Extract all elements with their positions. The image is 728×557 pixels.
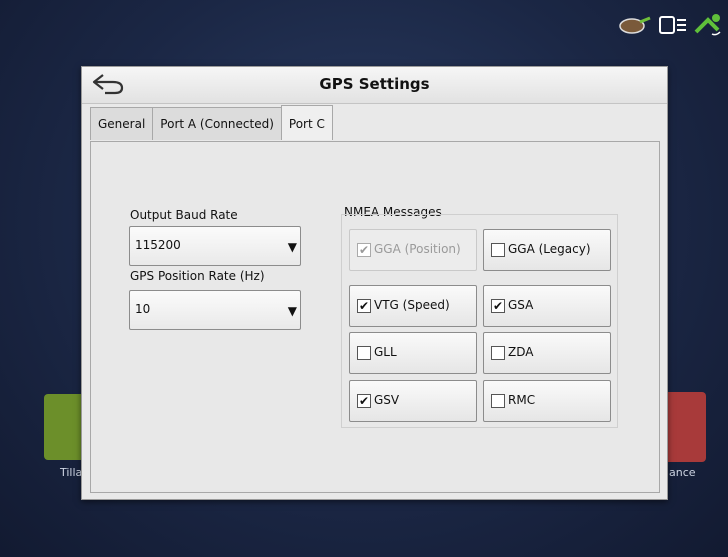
checkbox-label: GGA (Legacy) [508, 242, 591, 256]
checkbox-icon: ✔ [357, 299, 371, 313]
dropdown-arrow-icon: ▼ [287, 240, 297, 254]
checkbox-icon: ✔ [357, 243, 371, 257]
checkbox-label: ZDA [508, 345, 534, 359]
tab-port-a[interactable]: Port A (Connected) [152, 107, 282, 140]
gps-settings-dialog: GPS Settings General Port A (Connected) … [81, 66, 668, 500]
nmea-checkbox-gll[interactable]: GLL [349, 332, 477, 374]
dropdown-arrow-icon: ▼ [287, 304, 297, 318]
checkbox-label: RMC [508, 393, 536, 407]
nmea-checkbox-gsa[interactable]: ✔ GSA [483, 285, 611, 327]
tab-general[interactable]: General [90, 107, 154, 140]
checkbox-icon: ✔ [491, 299, 505, 313]
dialog-header: GPS Settings [82, 67, 667, 104]
gps-satellite-icon[interactable] [694, 12, 724, 38]
nmea-checkbox-rmc[interactable]: RMC [483, 380, 611, 422]
tillage-app-label: Tilla [60, 466, 83, 479]
checkbox-icon [491, 243, 505, 257]
gps-position-rate-dropdown[interactable]: 10 ▼ [129, 290, 301, 330]
display-link-icon[interactable] [658, 14, 688, 36]
nmea-messages-group: ✔ GGA (Position) GGA (Legacy) ✔ VTG (Spe… [341, 214, 618, 428]
checkbox-label: GLL [374, 345, 397, 359]
tractor-gauge-icon[interactable] [618, 14, 652, 36]
tab-bar: General Port A (Connected) Port C [90, 105, 333, 140]
checkbox-label: GSV [374, 393, 400, 407]
checkbox-label: VTG (Speed) [374, 298, 450, 312]
nmea-checkbox-vtg-speed[interactable]: ✔ VTG (Speed) [349, 285, 477, 327]
checkbox-icon [491, 346, 505, 360]
nmea-checkbox-zda[interactable]: ZDA [483, 332, 611, 374]
checkbox-icon [357, 346, 371, 360]
checkbox-label: GGA (Position) [374, 242, 461, 256]
dialog-title: GPS Settings [319, 75, 430, 93]
checkbox-label: GSA [508, 298, 534, 312]
checkbox-icon [491, 394, 505, 408]
gps-position-rate-label: GPS Position Rate (Hz) [130, 269, 265, 283]
nmea-checkbox-gga-position: ✔ GGA (Position) [349, 229, 477, 271]
nmea-checkbox-gga-legacy[interactable]: GGA (Legacy) [483, 229, 611, 271]
status-bar [618, 12, 724, 38]
checkbox-icon: ✔ [357, 394, 371, 408]
port-c-panel: Output Baud Rate 115200 ▼ GPS Position R… [90, 141, 660, 493]
output-baud-rate-value: 115200 [135, 238, 181, 252]
tab-port-c[interactable]: Port C [280, 105, 333, 140]
output-baud-rate-label: Output Baud Rate [130, 208, 238, 222]
nmea-checkbox-gsv[interactable]: ✔ GSV [349, 380, 477, 422]
output-baud-rate-dropdown[interactable]: 115200 ▼ [129, 226, 301, 266]
gps-position-rate-value: 10 [135, 302, 151, 316]
